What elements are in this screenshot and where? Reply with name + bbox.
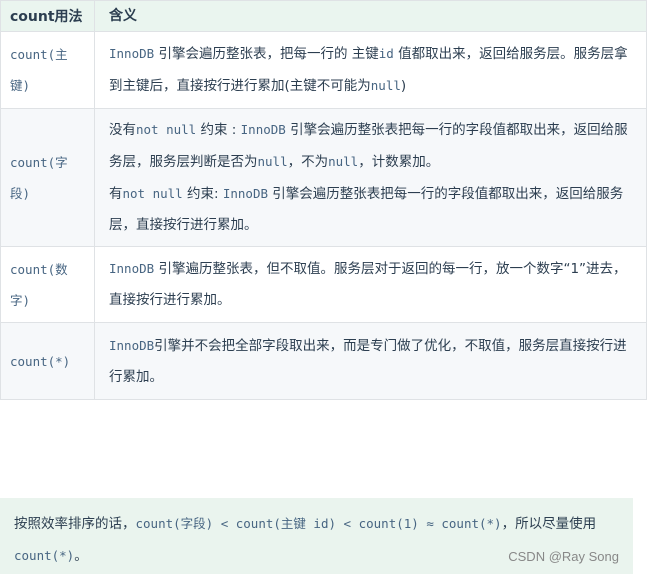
text-segment: 约束 : <box>196 122 241 138</box>
text-segment: 没有 <box>109 122 136 138</box>
watermark: CSDN @Ray Song <box>508 549 619 564</box>
meaning-cell: InnoDB 引擎会遍历整张表，把每一行的 主键id 值都取出来，返回给服务层。… <box>94 31 647 109</box>
inline-code: null <box>370 78 401 93</box>
inline-code: InnoDB <box>109 337 155 353</box>
text-segment: 引擎会遍历整张表，把每一行的 主键 <box>154 46 379 62</box>
usage-cell: count(数字) <box>0 246 95 323</box>
table-row: count(*) InnoDB引擎并不会把全部字段取出来，而是专门做了优化，不取… <box>0 322 647 400</box>
inline-code: not null <box>122 186 183 201</box>
meaning-cell: 没有not null 约束 : InnoDB 引擎会遍历整张表把每一行的字段值都… <box>94 108 647 247</box>
usage-cell: count(主键) <box>0 31 95 109</box>
table-row: count(主键) InnoDB 引擎会遍历整张表，把每一行的 主键id 值都取… <box>0 31 647 109</box>
meaning-paragraph: InnoDB 引擎会遍历整张表，把每一行的 主键id 值都取出来，返回给服务层。… <box>109 38 634 102</box>
header-usage: count用法 <box>0 0 95 32</box>
text-segment: 按照效率排序的话， <box>14 516 136 532</box>
meaning-paragraph: InnoDB 引擎遍历整张表，但不取值。服务层对于返回的每一行，放一个数字“1”… <box>109 253 634 316</box>
inline-code: InnoDB <box>109 46 155 61</box>
usage-cell: count(字段) <box>0 108 95 247</box>
meaning-cell: InnoDB 引擎遍历整张表，但不取值。服务层对于返回的每一行，放一个数字“1”… <box>94 246 647 323</box>
inline-code: null <box>328 154 359 169</box>
text-segment: ，计数累加。 <box>358 154 440 170</box>
table-row: count(数字) InnoDB 引擎遍历整张表，但不取值。服务层对于返回的每一… <box>0 246 647 323</box>
meaning-paragraph: 没有not null 约束 : InnoDB 引擎会遍历整张表把每一行的字段值都… <box>109 114 634 178</box>
inline-code: InnoDB <box>109 261 155 276</box>
text-segment: 约束: <box>182 186 223 202</box>
text-segment: 有 <box>109 186 123 202</box>
inline-code: id <box>378 46 394 61</box>
count-usage-table: count用法 含义 count(主键) InnoDB 引擎会遍历整张表，把每一… <box>0 0 647 400</box>
meaning-paragraph: InnoDB引擎并不会把全部字段取出来，而是专门做了优化，不取值，服务层直接按行… <box>109 330 634 393</box>
text-segment: 引擎并不会把全部字段取出来，而是专门做了优化，不取值，服务层直接按行进行累加。 <box>109 337 627 385</box>
text-segment: ，不为 <box>287 154 329 170</box>
text-segment: 引擎遍历整张表，但不取值。服务层对于返回的每一行，放一个数字“1”进去，直接按行… <box>109 261 627 308</box>
inline-code: count(*) <box>14 548 75 563</box>
meaning-paragraph: 有not null 约束: InnoDB 引擎会遍历整张表把每一行的字段值都取出… <box>109 178 634 241</box>
table-row: count(字段) 没有not null 约束 : InnoDB 引擎会遍历整张… <box>0 108 647 247</box>
inline-code: InnoDB <box>240 122 286 137</box>
table-header-row: count用法 含义 <box>0 0 647 32</box>
inline-code: count(字段) < count(主键 id) < count(1) ≈ co… <box>135 516 502 531</box>
text-segment: ) <box>400 78 407 94</box>
header-meaning: 含义 <box>94 0 647 32</box>
usage-cell: count(*) <box>0 322 95 400</box>
text-segment: 。 <box>74 548 88 564</box>
meaning-cell: InnoDB引擎并不会把全部字段取出来，而是专门做了优化，不取值，服务层直接按行… <box>94 322 647 400</box>
inline-code: not null <box>136 122 197 137</box>
tip-box: 按照效率排序的话，count(字段) < count(主键 id) < coun… <box>0 498 633 574</box>
inline-code: InnoDB <box>222 186 269 201</box>
inline-code: null <box>257 154 288 169</box>
text-segment: ，所以尽量使用 <box>501 516 597 532</box>
